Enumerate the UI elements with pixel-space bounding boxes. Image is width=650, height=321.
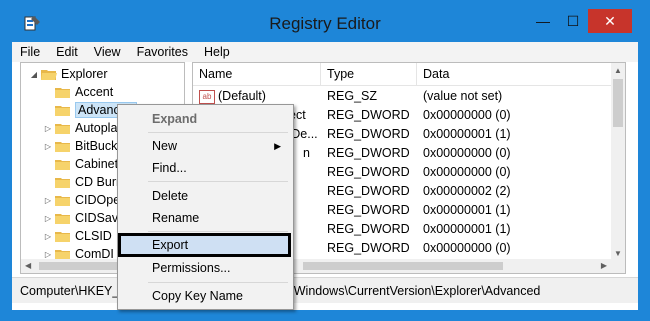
menu-separator [148,181,288,182]
expand-icon[interactable]: ▷ [43,214,53,223]
list-header: Name Type Data [193,63,613,86]
context-expand[interactable]: Expand [118,108,291,130]
menu-view[interactable]: View [86,42,129,62]
scroll-left-icon[interactable]: ◀ [25,261,31,270]
menu-separator [148,282,288,283]
context-copy-key-name[interactable]: Copy Key Name [118,285,291,307]
value-data: 0x00000001 (1) [423,203,511,217]
value-data: 0x00000002 (2) [423,184,511,198]
tree-item-bitbucket[interactable]: ▷ BitBuck [43,137,117,155]
folder-icon [55,177,70,188]
value-type: REG_DWORD [327,127,410,141]
value-data: 0x00000000 (0) [423,241,511,255]
menu-favorites[interactable]: Favorites [129,42,196,62]
client-area: File Edit View Favorites Help ◢ Explorer… [12,42,638,310]
tree-item-cidopen[interactable]: ▷ CIDOpe [43,191,120,209]
context-new[interactable]: New ▶ [118,135,291,157]
context-menu: Expand New ▶ Find... Delete Rename Expor… [117,104,294,310]
value-data: 0x00000000 (0) [423,108,511,122]
scroll-thumb[interactable] [303,262,503,270]
expand-icon[interactable]: ▷ [43,142,53,151]
folder-icon [55,141,70,152]
string-value-icon: ab [199,89,215,104]
context-rename[interactable]: Rename [118,207,291,229]
scroll-up-icon[interactable]: ▲ [614,66,622,75]
value-type: REG_DWORD [327,184,410,198]
menu-separator [148,132,288,133]
close-icon: ✕ [604,12,616,29]
value-data: 0x00000001 (1) [423,222,511,236]
folder-icon [55,231,70,242]
scroll-right-icon[interactable]: ▶ [601,261,607,270]
expand-icon[interactable]: ▷ [43,196,53,205]
value-data: (value not set) [423,89,503,103]
column-type-header[interactable]: Type [321,63,417,85]
value-type: REG_DWORD [327,203,410,217]
registry-editor-window: Registry Editor — ☐ ✕ File Edit View Fav… [0,0,650,321]
folder-icon [55,87,70,98]
panes: ◢ Explorer Accent Advanced ▷ Autopla ▷ B… [12,62,638,274]
menu-bar: File Edit View Favorites Help [12,42,638,62]
value-type: REG_DWORD [327,165,410,179]
tree-item-clsid[interactable]: ▷ CLSID [43,227,112,245]
tree-item-cabinet[interactable]: Cabinet [43,155,118,173]
minimize-icon: — [536,13,550,29]
value-data: 0x00000000 (0) [423,146,511,160]
menu-help[interactable]: Help [196,42,238,62]
minimize-button[interactable]: — [528,9,558,33]
expand-icon[interactable]: ▷ [43,250,53,259]
context-find[interactable]: Find... [118,157,291,179]
maximize-button[interactable]: ☐ [558,9,588,33]
value-data: 0x00000000 (0) [423,165,511,179]
submenu-arrow-icon: ▶ [274,141,281,151]
status-bar: Computer\HKEY_C oft\Windows\CurrentVersio… [12,277,638,303]
collapse-icon[interactable]: ◢ [29,70,39,79]
folder-icon [55,159,70,170]
scroll-thumb[interactable] [613,79,623,127]
list-vertical-scrollbar[interactable]: ▲ ▼ [611,63,625,261]
value-type: REG_SZ [327,89,378,103]
value-type: REG_DWORD [327,108,410,122]
value-name: n [303,146,310,160]
tree-item-autoplay[interactable]: ▷ Autopla [43,119,117,137]
status-path-end: oft\Windows\CurrentVersion\Explorer\Adva… [276,284,541,298]
scroll-down-icon[interactable]: ▼ [614,249,622,258]
folder-icon [55,123,70,134]
menu-file[interactable]: File [12,42,48,62]
tree-item-explorer[interactable]: ◢ Explorer [29,65,108,83]
tree-item-cidsave[interactable]: ▷ CIDSav [43,209,118,227]
value-name: (Default) [218,89,266,103]
tree-item-accent[interactable]: Accent [43,83,113,101]
expand-icon[interactable]: ▷ [43,232,53,241]
column-name-header[interactable]: Name [193,63,321,85]
context-permissions[interactable]: Permissions... [118,257,291,279]
menu-edit[interactable]: Edit [48,42,86,62]
column-data-header[interactable]: Data [417,63,613,85]
context-export[interactable]: Export [118,233,291,257]
title-bar: Registry Editor — ☐ ✕ [0,0,650,42]
value-type: REG_DWORD [327,146,410,160]
folder-icon [55,195,70,206]
expand-icon[interactable]: ▷ [43,124,53,133]
value-type: REG_DWORD [327,222,410,236]
folder-icon [55,105,70,116]
menu-separator [148,231,288,232]
folder-icon [55,213,70,224]
folder-open-icon [41,69,57,80]
maximize-icon: ☐ [566,12,580,29]
tree-item-cd-burning[interactable]: CD Burn [43,173,123,191]
status-path-start: Computer\HKEY_C [20,284,129,298]
context-delete[interactable]: Delete [118,185,291,207]
close-button[interactable]: ✕ [588,9,632,33]
value-type: REG_DWORD [327,241,410,255]
value-data: 0x00000001 (1) [423,127,511,141]
